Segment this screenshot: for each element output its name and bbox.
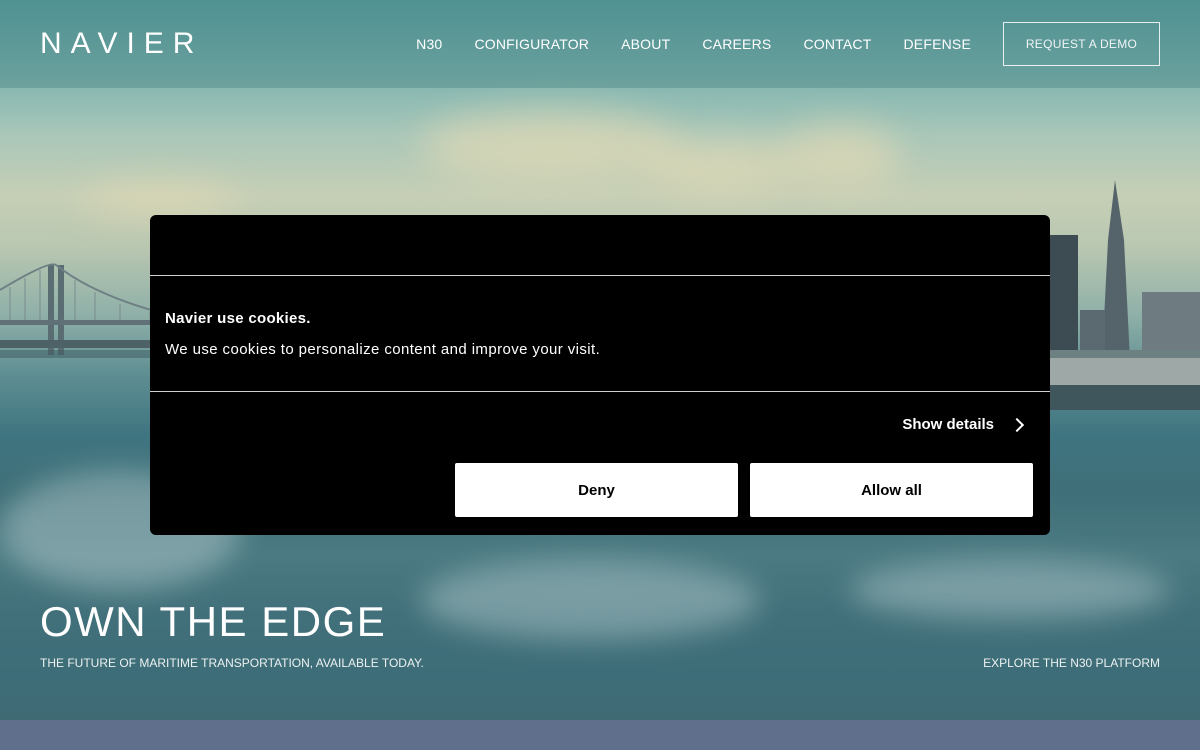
navier-logo[interactable]: NAVIER <box>40 29 240 59</box>
site-header: NAVIER N30 CONFIGURATOR ABOUT CAREERS CO… <box>0 0 1200 88</box>
explore-n30-link[interactable]: EXPLORE THE N30 PLATFORM <box>983 656 1160 670</box>
request-demo-button[interactable]: REQUEST A DEMO <box>1003 22 1160 66</box>
cookie-consent-dialog: Navier use cookies. We use cookies to pe… <box>150 215 1050 535</box>
cloud <box>780 125 900 185</box>
allow-all-button[interactable]: Allow all <box>750 463 1033 517</box>
cookie-heading: Navier use cookies. <box>165 310 311 327</box>
page: NAVIER N30 CONFIGURATOR ABOUT CAREERS CO… <box>0 0 1200 750</box>
nav-item-careers[interactable]: CAREERS <box>702 36 771 52</box>
nav-item-contact[interactable]: CONTACT <box>803 36 871 52</box>
chevron-right-icon <box>1009 417 1025 432</box>
nav-item-about[interactable]: ABOUT <box>621 36 670 52</box>
deny-button[interactable]: Deny <box>455 463 738 517</box>
hero-subtitle: THE FUTURE OF MARITIME TRANSPORTATION, A… <box>40 656 424 670</box>
main-nav: N30 CONFIGURATOR ABOUT CAREERS CONTACT D… <box>416 36 971 52</box>
cookie-dialog-header <box>150 215 1050 276</box>
cookie-dialog-body: Navier use cookies. We use cookies to pe… <box>150 276 1050 392</box>
wave-foam <box>850 560 1170 620</box>
nav-item-defense[interactable]: DEFENSE <box>903 36 971 52</box>
cloud <box>80 185 240 215</box>
wave-foam <box>420 560 760 640</box>
cloud <box>640 140 800 190</box>
cookie-dialog-footer: Show details Deny Allow all <box>150 392 1050 534</box>
next-section-strip <box>0 720 1200 750</box>
city-skyline-illustration <box>1030 180 1200 410</box>
show-details-label: Show details <box>902 416 994 433</box>
hero-title: OWN THE EDGE <box>40 598 387 645</box>
nav-item-configurator[interactable]: CONFIGURATOR <box>474 36 589 52</box>
show-details-button[interactable]: Show details <box>902 416 1025 433</box>
nav-item-n30[interactable]: N30 <box>416 36 442 52</box>
cookie-description: We use cookies to personalize content an… <box>165 341 601 358</box>
